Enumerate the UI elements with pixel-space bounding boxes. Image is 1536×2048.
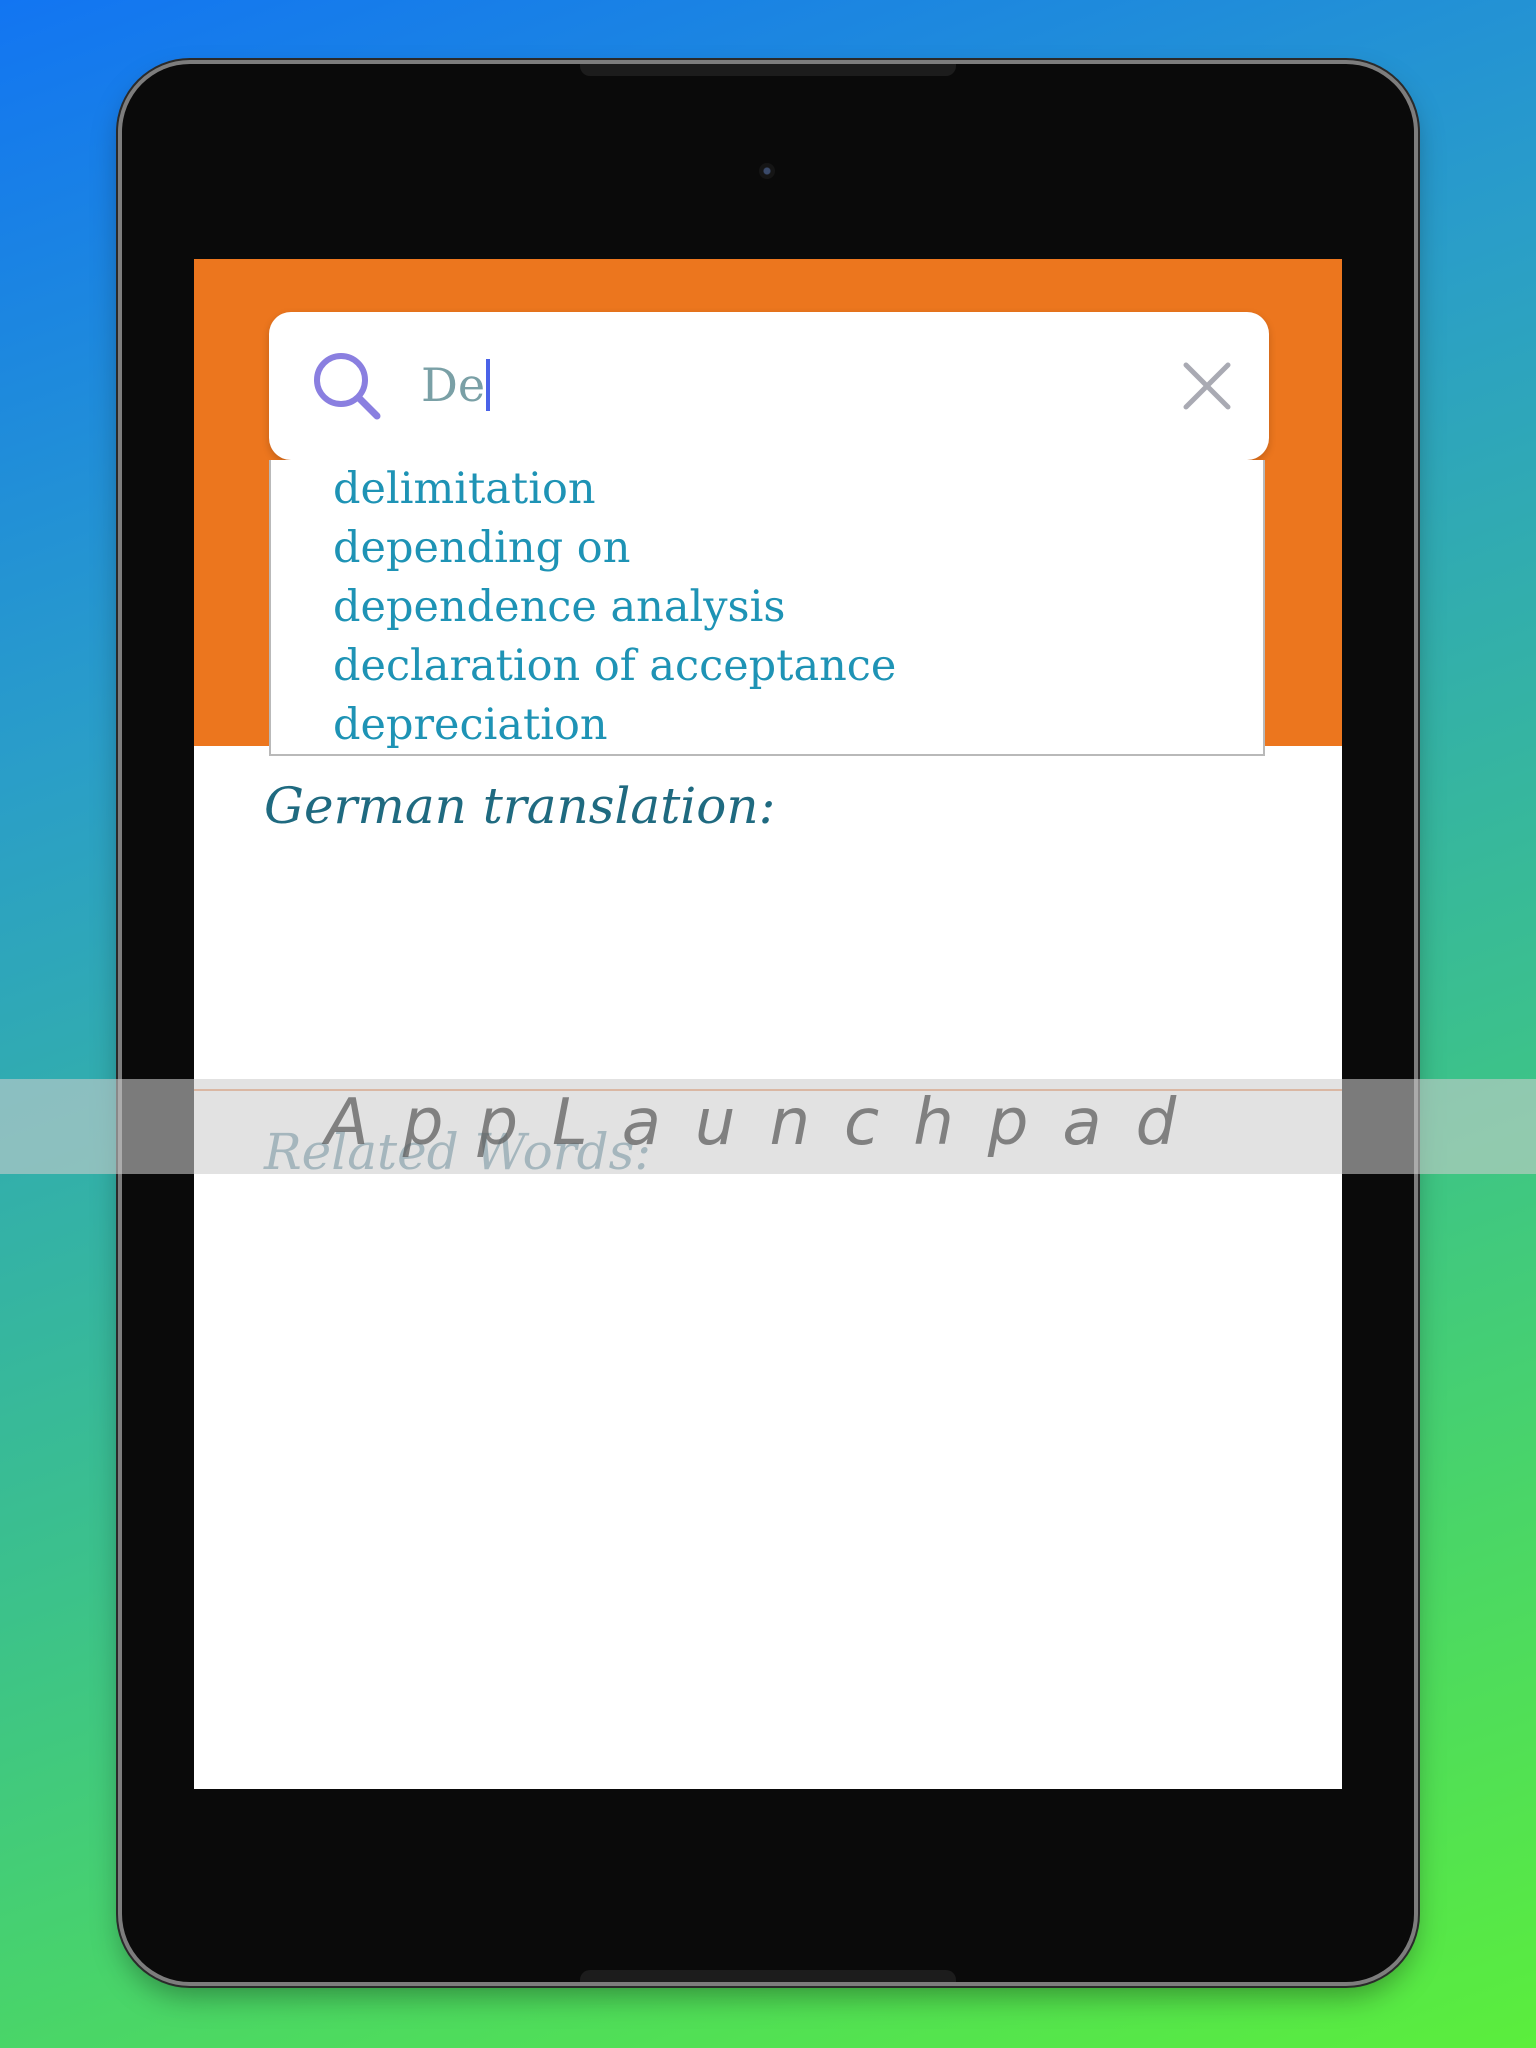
text-caret [486, 359, 491, 411]
tablet-bottom-notch [580, 1970, 956, 1982]
search-input-value: De [421, 358, 486, 412]
close-icon[interactable] [1181, 360, 1233, 412]
german-translation-label: German translation: [264, 777, 776, 835]
suggestion-dropdown: delimitation depending on dependence ana… [269, 460, 1265, 756]
camera-icon [759, 163, 775, 179]
tablet-top-notch [580, 64, 956, 76]
suggestion-item[interactable]: declaration of acceptance [333, 637, 896, 696]
search-icon[interactable] [309, 348, 385, 424]
search-input[interactable]: De [421, 352, 491, 418]
search-bar[interactable]: De [269, 312, 1269, 460]
suggestion-item[interactable]: delimitation [333, 460, 596, 519]
watermark-text: AppLaunchpad [325, 1086, 1211, 1160]
suggestion-item[interactable]: depending on [333, 519, 630, 578]
suggestion-item[interactable]: depreciation [333, 696, 608, 755]
app-screen: De delimitation depending on dependence … [194, 259, 1342, 1789]
suggestion-item[interactable]: dependence analysis [333, 578, 785, 637]
